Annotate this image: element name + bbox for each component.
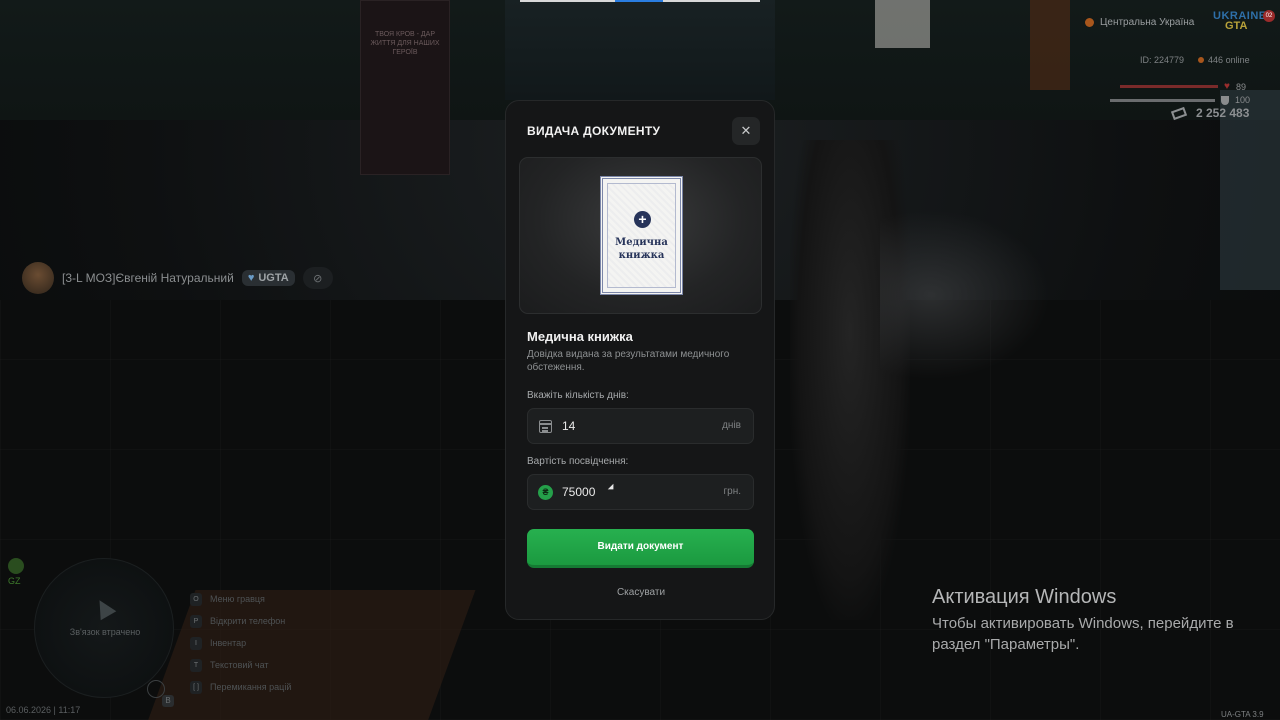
cost-unit: грн. bbox=[723, 486, 741, 497]
keybind-row: O Меню гравця bbox=[190, 588, 291, 610]
keybind-key: I bbox=[190, 636, 202, 650]
region-name: Центральна Україна bbox=[1100, 17, 1195, 28]
location-pin-icon bbox=[1085, 18, 1094, 27]
armor-indicator: 100 bbox=[1110, 95, 1250, 105]
minimap-status: Зв'язок втрачено bbox=[69, 627, 141, 637]
mute-icon[interactable]: ⊘ bbox=[302, 267, 333, 289]
minimap-arrow-icon bbox=[91, 595, 117, 621]
document-name: Медична книжка bbox=[527, 329, 633, 344]
minimap: Зв'язок втрачено bbox=[34, 558, 174, 698]
online-dot-icon bbox=[1198, 57, 1205, 63]
voice-status-icon bbox=[8, 558, 24, 574]
cost-input[interactable] bbox=[562, 475, 712, 509]
health-indicator: ♥ 89 bbox=[1120, 81, 1246, 92]
armor-value: 100 bbox=[1235, 95, 1251, 105]
background-poster bbox=[360, 0, 450, 175]
keybind-label: Меню гравця bbox=[210, 594, 265, 604]
keybind-row: I Інвентар bbox=[190, 632, 291, 654]
keybind-key: O bbox=[190, 592, 202, 606]
health-bar bbox=[1120, 85, 1218, 88]
online-count: 446 online bbox=[1208, 55, 1250, 65]
windows-activation-title: Активация Windows bbox=[932, 586, 1117, 608]
windows-activation-watermark: Активация Windows Чтобы активировать Win… bbox=[932, 586, 1242, 655]
keybind-label: Інвентар bbox=[210, 638, 247, 648]
close-icon: ✕ bbox=[740, 123, 752, 138]
medical-plus-icon: + bbox=[634, 211, 651, 228]
speaker-tag: ♥ UGTA bbox=[241, 270, 295, 286]
speaker-name: [3-L МОЗ]Євгеній Натуральний bbox=[62, 271, 234, 285]
logo-server-badge: 02 bbox=[1263, 10, 1275, 22]
cash-icon bbox=[1170, 106, 1188, 120]
voice-status-label: GZ bbox=[8, 576, 21, 586]
cost-field[interactable]: ₴ грн. bbox=[527, 474, 754, 510]
issue-document-button[interactable]: Видати документ bbox=[527, 529, 754, 568]
keybind-key: [ ] bbox=[190, 680, 202, 694]
document-preview: + Медична книжка bbox=[519, 157, 762, 314]
region-indicator: Центральна Україна bbox=[1085, 17, 1194, 28]
dialog-title: ВИДАЧА ДОКУМЕНТУ bbox=[527, 124, 661, 138]
document-image-title: Медична книжка bbox=[615, 237, 668, 261]
hryvnia-coin-icon: ₴ bbox=[538, 485, 553, 500]
keybind-key: T bbox=[190, 658, 202, 672]
date-time: 06.06.2026 | 11:17 bbox=[6, 705, 81, 715]
keybind-row: [ ] Перемикання рацій bbox=[190, 676, 291, 698]
player-info-line: ID: 224779 446 online bbox=[1140, 55, 1250, 65]
speaker-tag-label: UGTA bbox=[258, 272, 289, 284]
cost-label: Вартість посвідчення: bbox=[527, 456, 629, 467]
background-poster-text: ТВОЯ КРОВ - ДАР ЖИТТЯ ДЛЯ НАШИХ ГЕРОЇВ bbox=[370, 31, 440, 56]
background-door bbox=[505, 0, 775, 100]
avatar bbox=[22, 262, 54, 294]
background-paper bbox=[875, 0, 930, 48]
health-value: 89 bbox=[1235, 81, 1246, 92]
money-value: 2 252 483 bbox=[1196, 106, 1250, 120]
document-description: Довідка видана за результатами медичного… bbox=[527, 349, 730, 373]
windows-activation-text: Чтобы активировать Windows, перейдите в … bbox=[932, 615, 1234, 653]
microphone-key: B bbox=[162, 695, 174, 707]
keybind-key: P bbox=[190, 614, 202, 628]
background-character-wings bbox=[880, 210, 1050, 380]
keybind-row: P Відкрити телефон bbox=[190, 610, 291, 632]
days-field[interactable]: днів bbox=[527, 408, 754, 444]
shield-icon bbox=[1221, 95, 1229, 105]
keybind-label: Перемикання рацій bbox=[210, 682, 292, 692]
days-unit: днів bbox=[722, 420, 741, 431]
keybind-label: Відкрити телефон bbox=[210, 616, 286, 626]
days-label: Вкажіть кількість днів: bbox=[527, 390, 629, 401]
background-info-board bbox=[1220, 90, 1280, 290]
calendar-icon bbox=[539, 420, 552, 433]
game-version: UA-GTA 3.9 bbox=[1221, 710, 1264, 719]
heart-icon: ♥ bbox=[247, 272, 255, 284]
heart-icon: ♥ bbox=[1224, 81, 1230, 92]
keybind-row: T Текстовий чат bbox=[190, 654, 291, 676]
online-count-wrap: 446 online bbox=[1198, 55, 1250, 65]
voice-chat-speaker: [3-L МОЗ]Євгеній Натуральний ♥ UGTA ⊘ bbox=[22, 262, 333, 294]
player-id: ID: 224779 bbox=[1140, 55, 1185, 65]
voice-status: GZ bbox=[8, 558, 24, 586]
money-indicator: 2 252 483 bbox=[1170, 106, 1250, 120]
cancel-button[interactable]: Скасувати bbox=[506, 587, 776, 598]
background-orange-panel bbox=[1030, 0, 1070, 90]
keybind-hints: O Меню гравця P Відкрити телефон I Інвентар… bbox=[190, 588, 291, 698]
game-logo: UKRAINE GTA 02 bbox=[1213, 10, 1275, 38]
days-input[interactable] bbox=[562, 409, 712, 443]
issue-document-dialog: ВИДАЧА ДОКУМЕНТУ ✕ + Медична книжка Меди… bbox=[505, 100, 775, 620]
top-progress-bar-fill bbox=[615, 0, 663, 2]
keybind-label: Текстовий чат bbox=[210, 660, 269, 670]
armor-bar bbox=[1110, 98, 1215, 102]
document-image: + Медична книжка bbox=[600, 176, 683, 295]
close-button[interactable]: ✕ bbox=[732, 117, 760, 145]
